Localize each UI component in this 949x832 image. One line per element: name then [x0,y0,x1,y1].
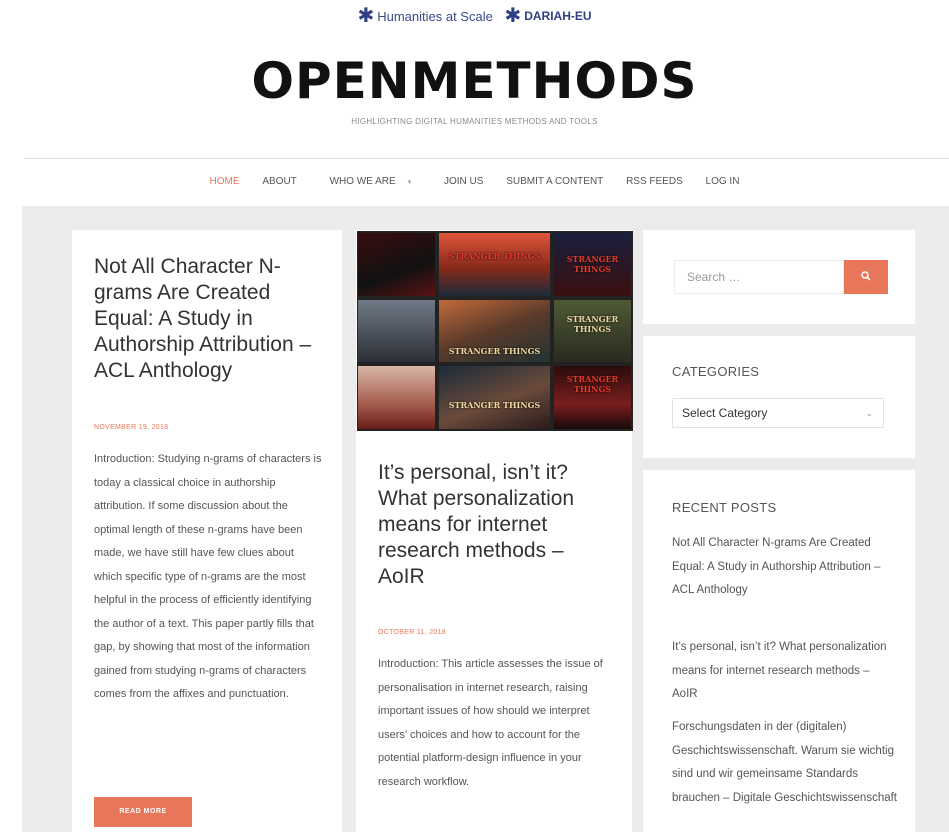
nav-item-label: WHO WE ARE [329,176,396,187]
recent-posts-widget: RECENT POSTS Not All Character N-grams A… [643,470,915,832]
humanities-at-scale-logo[interactable]: ✱ Humanities at Scale [357,6,492,26]
star-logo-icon: ✱ [357,5,375,27]
partner2-label: DARIAH-EU [524,9,592,23]
dariah-eu-logo[interactable]: ✱ DARIAH-EU [504,6,591,26]
widget-title: RECENT POSTS [672,500,777,515]
post-title[interactable]: Not All Character N-grams Are Created Eq… [94,254,324,384]
recent-post-link[interactable]: Forschungsdaten in der (digitalen) Gesch… [672,716,897,810]
header-divider [24,158,949,159]
image-text: STRANGER THINGS [448,345,541,356]
search-icon [861,271,871,281]
star-logo-icon: ✱ [504,5,522,27]
image-tile: STRANGER THINGS [439,366,550,429]
post-card: Not All Character N-grams Are Created Eq… [72,230,342,832]
post-title[interactable]: It’s personal, isn’t it? What personaliz… [378,460,614,590]
image-tile: STRANGER THINGS [554,233,631,296]
nav-item-who-we-are[interactable]: WHO WE ARE ▾ [320,176,422,187]
recent-post-link[interactable]: Not All Character N-grams Are Created Eq… [672,532,897,603]
chevron-down-icon: ⌄ [865,408,873,418]
image-text: STRANGER THINGS [448,400,541,411]
chevron-down-icon: ▾ [407,179,412,186]
post-excerpt: Introduction: This article assesses the … [378,658,603,788]
site-tagline: HIGHLIGHTING DIGITAL HUMANITIES METHODS … [351,117,598,126]
image-text: STRANGER THINGS [448,251,541,262]
category-select-value: Select Category [682,406,768,420]
search-input[interactable]: Search … [674,260,844,294]
image-tile [358,366,435,429]
nav-item-home[interactable]: HOME [210,176,240,187]
site-title[interactable]: OPENMETHODS [0,52,949,110]
nav-item-rss-feeds[interactable]: RSS FEEDS [626,176,683,187]
category-select[interactable]: Select Category ⌄ [672,398,884,428]
post-date[interactable]: OCTOBER 11, 2018 [378,629,446,636]
image-text: STRANGER THINGS [566,253,619,274]
image-text: STRANGER THINGS [566,314,619,335]
main-nav: HOME ABOUT WHO WE ARE ▾ JOIN US SUBMIT A … [0,176,949,187]
nav-item-about[interactable]: ABOUT [262,176,296,187]
partner-logos: ✱ Humanities at Scale ✱ DARIAH-EU [0,6,949,26]
image-tile: STRANGER THINGS [439,233,550,296]
recent-post-link[interactable]: It’s personal, isn’t it? What personaliz… [672,636,897,707]
image-tile [358,300,435,362]
image-tile: STRANGER THINGS [554,366,631,429]
widget-title: CATEGORIES [672,364,760,379]
featured-image-collage[interactable]: STRANGER THINGS STRANGER THINGS STRANGER… [357,231,633,431]
categories-widget: CATEGORIES [643,336,915,458]
partner1-label: Humanities at Scale [377,8,493,24]
image-tile: STRANGER THINGS [439,300,550,362]
nav-item-join-us[interactable]: JOIN US [444,176,483,187]
image-text: STRANGER THINGS [566,374,619,395]
post-excerpt: Introduction: Studying n-grams of charac… [94,453,322,700]
nav-item-submit-content[interactable]: SUBMIT A CONTENT [506,176,603,187]
post-date[interactable]: NOVEMBER 19, 2018 [94,424,168,431]
image-tile: STRANGER THINGS [554,300,631,362]
search-button[interactable] [844,260,888,294]
image-tile [358,233,435,296]
read-more-button[interactable]: READ MORE [94,797,192,827]
nav-item-log-in[interactable]: LOG IN [706,176,740,187]
